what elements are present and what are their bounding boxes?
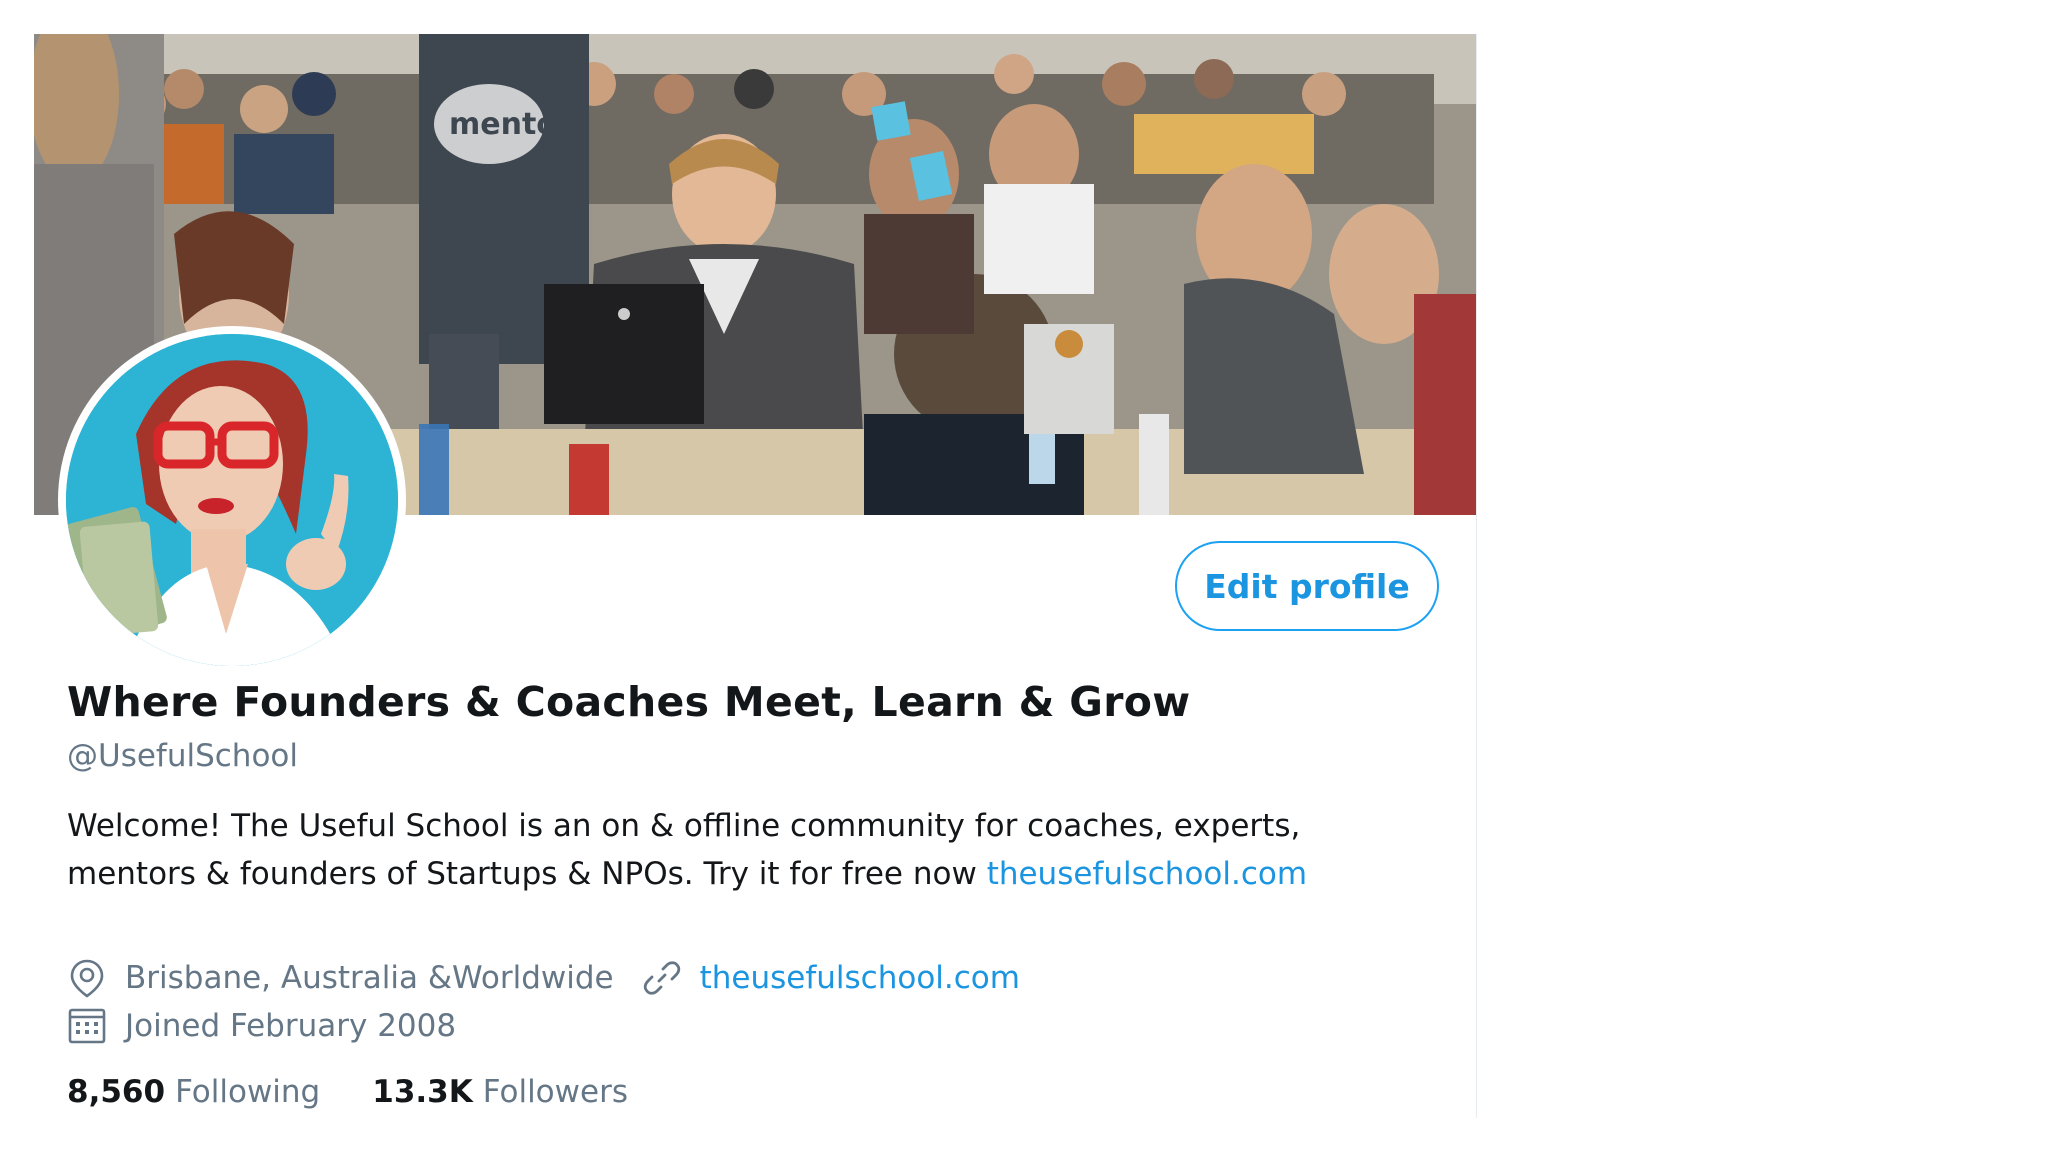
bio-website-link[interactable]: theusefulschool.com [987,856,1307,892]
profile-meta-row-location: Brisbane, Australia &Worldwide theuseful… [67,954,1020,1002]
following-label: Following [175,1074,321,1110]
followers-label: Followers [482,1074,628,1110]
profile-bio: Welcome! The Useful School is an on & of… [67,802,1467,898]
followers-count: 13.3K [372,1074,473,1110]
location-pin-icon [67,958,107,998]
avatar[interactable] [66,334,398,666]
bio-line-2: mentors & founders of Startups & NPOs. T… [67,850,1467,898]
banner-hoodie-text: mentor [449,107,572,142]
following-stat-link[interactable]: 8,560 Following [67,1074,320,1110]
profile-meta-row-joined: Joined February 2008 [67,1002,456,1050]
profile-stats: 8,560 Following 13.3K Followers [67,1074,680,1110]
link-icon [642,958,682,998]
profile-display-name: Where Founders & Coaches Meet, Learn & G… [67,678,1191,726]
bio-line-1: Welcome! The Useful School is an on & of… [67,808,1301,844]
profile-joined-date: Joined February 2008 [125,1008,457,1044]
following-count: 8,560 [67,1074,166,1110]
column-divider [1476,34,1477,1118]
profile-location: Brisbane, Australia &Worldwide [125,960,614,996]
profile-card: mentor Edit profile Where Founders & Coa… [34,34,1476,1118]
profile-avatar-frame [58,326,406,674]
edit-profile-button[interactable]: Edit profile [1175,541,1439,631]
calendar-icon [67,1006,107,1046]
profile-handle: @UsefulSchool [67,738,299,774]
followers-stat-link[interactable]: 13.3K Followers [372,1074,628,1110]
profile-website-link[interactable]: theusefulschool.com [700,960,1020,996]
bio-line-2-text: mentors & founders of Startups & NPOs. T… [67,856,987,892]
